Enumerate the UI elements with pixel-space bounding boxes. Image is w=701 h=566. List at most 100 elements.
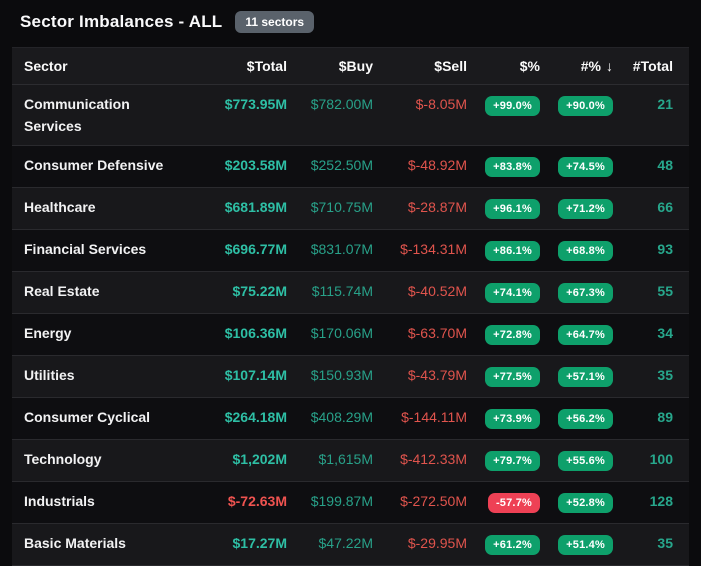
table-row[interactable]: Utilities $107.14M $150.93M $-43.79M +77… [12, 356, 689, 398]
dollar-buy-value: $710.75M [287, 188, 373, 230]
dollar-total-value: $681.89M [177, 188, 287, 230]
num-pct-badge: +90.0% [558, 96, 613, 116]
num-pct-cell: +68.8% [540, 230, 613, 272]
dollar-pct-cell: +96.1% [467, 188, 540, 230]
dollar-pct-badge: +73.9% [485, 409, 540, 429]
dollar-sell-value: $-8.05M [373, 85, 467, 146]
page-title: Sector Imbalances - ALL [20, 12, 222, 32]
dollar-pct-badge: +74.1% [485, 283, 540, 303]
table-row[interactable]: Financial Services $696.77M $831.07M $-1… [12, 230, 689, 272]
num-pct-badge: +68.8% [558, 241, 613, 261]
column-header-num-total[interactable]: #Total [613, 48, 689, 85]
sector-name: Consumer Defensive [12, 146, 177, 188]
num-total-value: 21 [613, 85, 689, 146]
num-pct-cell: +64.7% [540, 314, 613, 356]
num-total-value: 93 [613, 230, 689, 272]
sector-imbalances-table: Sector $Total $Buy $Sell $% #%↓ #Total C… [12, 47, 689, 566]
table-row[interactable]: Real Estate $75.22M $115.74M $-40.52M +7… [12, 272, 689, 314]
table-row[interactable]: Communication Services $773.95M $782.00M… [12, 85, 689, 146]
dollar-total-value: $203.58M [177, 146, 287, 188]
num-total-value: 35 [613, 524, 689, 566]
column-header-dollar-pct[interactable]: $% [467, 48, 540, 85]
dollar-pct-cell: +86.1% [467, 230, 540, 272]
dollar-pct-badge: +96.1% [485, 199, 540, 219]
sector-name: Consumer Cyclical [12, 398, 177, 440]
dollar-total-value: $107.14M [177, 356, 287, 398]
dollar-sell-value: $-29.95M [373, 524, 467, 566]
dollar-pct-cell: +77.5% [467, 356, 540, 398]
dollar-total-value: $264.18M [177, 398, 287, 440]
num-pct-badge: +74.5% [558, 157, 613, 177]
table-row[interactable]: Healthcare $681.89M $710.75M $-28.87M +9… [12, 188, 689, 230]
dollar-total-value: $1,202M [177, 440, 287, 482]
num-pct-badge: +67.3% [558, 283, 613, 303]
dollar-sell-value: $-43.79M [373, 356, 467, 398]
page-header: Sector Imbalances - ALL 11 sectors [0, 0, 701, 42]
table-row[interactable]: Energy $106.36M $170.06M $-63.70M +72.8%… [12, 314, 689, 356]
dollar-total-value: $773.95M [177, 85, 287, 146]
dollar-sell-value: $-28.87M [373, 188, 467, 230]
num-pct-cell: +52.8% [540, 482, 613, 524]
dollar-sell-value: $-144.11M [373, 398, 467, 440]
table-body: Communication Services $773.95M $782.00M… [12, 85, 689, 566]
dollar-pct-cell: -57.7% [467, 482, 540, 524]
num-pct-cell: +71.2% [540, 188, 613, 230]
num-total-value: 128 [613, 482, 689, 524]
dollar-buy-value: $115.74M [287, 272, 373, 314]
column-header-sector[interactable]: Sector [12, 48, 177, 85]
column-header-dollar-total[interactable]: $Total [177, 48, 287, 85]
column-header-dollar-buy[interactable]: $Buy [287, 48, 373, 85]
dollar-pct-badge: +79.7% [485, 451, 540, 471]
num-pct-badge: +57.1% [558, 367, 613, 387]
num-pct-cell: +74.5% [540, 146, 613, 188]
sort-desc-icon: ↓ [601, 58, 613, 74]
num-pct-cell: +55.6% [540, 440, 613, 482]
dollar-buy-value: $47.22M [287, 524, 373, 566]
table-row[interactable]: Basic Materials $17.27M $47.22M $-29.95M… [12, 524, 689, 566]
num-pct-badge: +55.6% [558, 451, 613, 471]
num-total-value: 66 [613, 188, 689, 230]
dollar-total-value: $696.77M [177, 230, 287, 272]
table-row[interactable]: Industrials $-72.63M $199.87M $-272.50M … [12, 482, 689, 524]
num-total-value: 48 [613, 146, 689, 188]
dollar-pct-cell: +74.1% [467, 272, 540, 314]
dollar-buy-value: $782.00M [287, 85, 373, 146]
dollar-pct-badge: +72.8% [485, 325, 540, 345]
sector-name: Utilities [12, 356, 177, 398]
column-header-dollar-sell[interactable]: $Sell [373, 48, 467, 85]
num-total-value: 55 [613, 272, 689, 314]
dollar-pct-badge: +83.8% [485, 157, 540, 177]
dollar-buy-value: $199.87M [287, 482, 373, 524]
column-header-num-pct-label: #% [581, 58, 601, 74]
dollar-pct-cell: +73.9% [467, 398, 540, 440]
dollar-pct-badge: +61.2% [485, 535, 540, 555]
num-pct-badge: +71.2% [558, 199, 613, 219]
sector-name: Real Estate [12, 272, 177, 314]
num-total-value: 100 [613, 440, 689, 482]
sector-name: Energy [12, 314, 177, 356]
num-pct-cell: +67.3% [540, 272, 613, 314]
column-header-num-pct[interactable]: #%↓ [540, 48, 613, 85]
table-row[interactable]: Technology $1,202M $1,615M $-412.33M +79… [12, 440, 689, 482]
dollar-total-value: $75.22M [177, 272, 287, 314]
dollar-pct-badge: +77.5% [485, 367, 540, 387]
dollar-sell-value: $-272.50M [373, 482, 467, 524]
num-pct-cell: +57.1% [540, 356, 613, 398]
num-pct-badge: +64.7% [558, 325, 613, 345]
dollar-sell-value: $-63.70M [373, 314, 467, 356]
num-pct-cell: +51.4% [540, 524, 613, 566]
dollar-total-value: $17.27M [177, 524, 287, 566]
num-pct-badge: +52.8% [558, 493, 613, 513]
dollar-sell-value: $-412.33M [373, 440, 467, 482]
num-total-value: 89 [613, 398, 689, 440]
num-pct-badge: +51.4% [558, 535, 613, 555]
table-row[interactable]: Consumer Defensive $203.58M $252.50M $-4… [12, 146, 689, 188]
dollar-pct-badge: +99.0% [485, 96, 540, 116]
dollar-buy-value: $1,615M [287, 440, 373, 482]
table-row[interactable]: Consumer Cyclical $264.18M $408.29M $-14… [12, 398, 689, 440]
dollar-pct-badge: -57.7% [488, 493, 540, 513]
dollar-sell-value: $-40.52M [373, 272, 467, 314]
sector-name: Healthcare [12, 188, 177, 230]
dollar-buy-value: $150.93M [287, 356, 373, 398]
dollar-pct-cell: +83.8% [467, 146, 540, 188]
